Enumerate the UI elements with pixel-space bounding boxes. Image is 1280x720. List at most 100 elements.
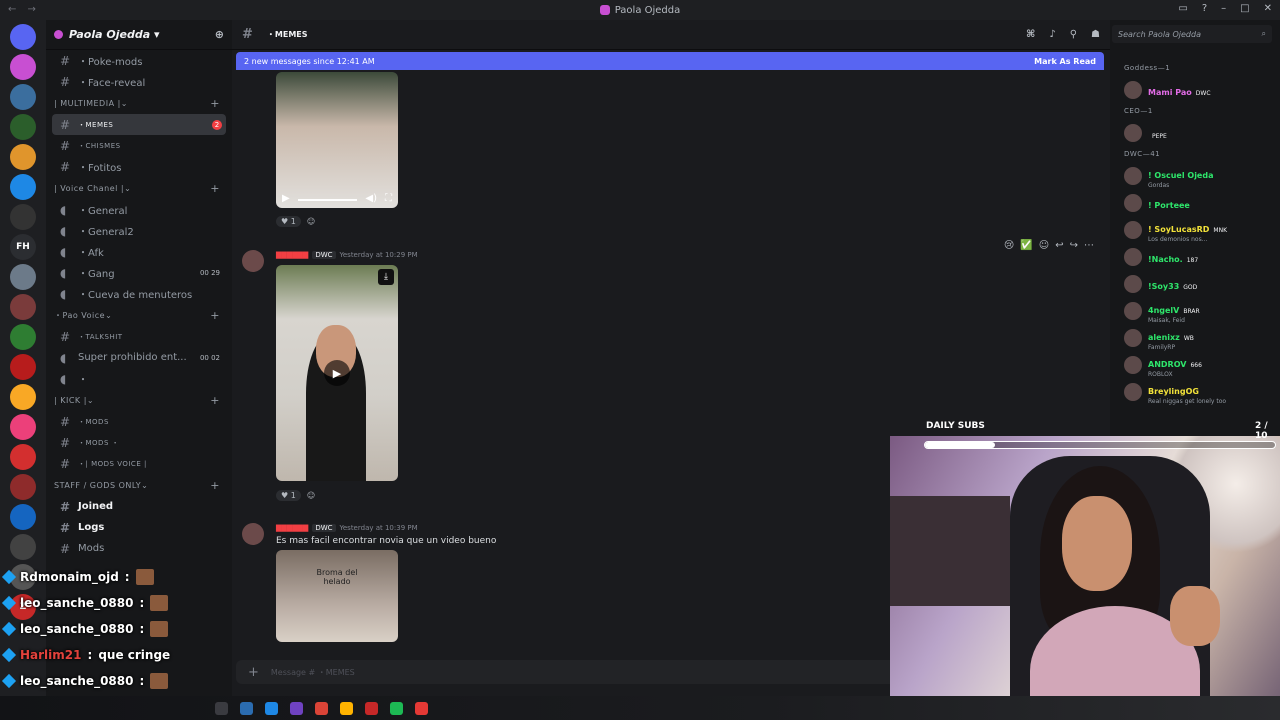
text-channel[interactable]: # ・TALKSHIT <box>52 326 226 347</box>
server-icon[interactable] <box>10 534 36 560</box>
play-button[interactable]: ▶ <box>324 360 350 386</box>
member-row[interactable]: Mami Pao DWC <box>1110 76 1280 103</box>
search-input[interactable]: Search Paola Ojedda ⌕ <box>1112 25 1272 43</box>
add-channel-icon[interactable]: + <box>210 97 220 110</box>
server-icon[interactable] <box>10 354 36 380</box>
member-row[interactable]: !Soy33 GOD <box>1110 270 1280 297</box>
forward-icon[interactable]: ↪ <box>1070 240 1078 251</box>
member-row[interactable]: ANDROV 666 ROBLOX <box>1110 351 1280 378</box>
channel-category[interactable]: | MULTIMEDIA | ⌄ + <box>52 92 226 114</box>
member-row[interactable]: BreylingOG Real niggas get lonely too <box>1110 378 1280 405</box>
member-row[interactable]: PEPE <box>1110 119 1280 146</box>
channel-category[interactable]: ・Pao Voice ⌄ + <box>52 304 226 326</box>
server-icon[interactable] <box>10 144 36 170</box>
member-row[interactable]: ! Oscuel Ojeda Gordas <box>1110 162 1280 189</box>
video-attachment[interactable]: ▶ ⤓ <box>276 265 398 481</box>
taskbar-app-icon[interactable] <box>340 701 353 715</box>
add-reaction-icon[interactable]: ☺ <box>307 491 315 500</box>
mark-as-read-button[interactable]: Mark As Read <box>1034 57 1096 66</box>
add-channel-icon[interactable]: + <box>210 309 220 322</box>
voice-channel[interactable]: ◖ ・Gang 00 29 <box>52 262 226 283</box>
download-icon[interactable]: ⤓ <box>378 269 394 285</box>
more-icon[interactable]: ⋯ <box>1084 240 1094 251</box>
play-icon[interactable]: ▶ <box>282 193 290 204</box>
add-channel-icon[interactable]: + <box>210 479 220 492</box>
bell-icon[interactable]: ♪ <box>1049 29 1055 40</box>
username[interactable]: ▇▇▇▇▇▇ <box>276 251 308 259</box>
channel-category[interactable]: | Voice Chanel | ⌄ + <box>52 177 226 199</box>
member-row[interactable]: 4ngelV BRAR Maisak, Feid <box>1110 297 1280 324</box>
text-channel[interactable]: # Logs <box>52 517 226 538</box>
taskbar-app-icon[interactable] <box>265 701 278 715</box>
taskbar-app-icon[interactable] <box>390 701 403 715</box>
server-icon[interactable] <box>10 474 36 500</box>
server-icon[interactable] <box>10 414 36 440</box>
text-channel[interactable]: # ・MEMES 2 <box>52 114 226 135</box>
server-icon[interactable] <box>10 84 36 110</box>
text-channel[interactable]: # ・| MODS VOICE | <box>52 453 226 474</box>
server-icon[interactable] <box>10 324 36 350</box>
taskbar-app-icon[interactable] <box>365 701 378 715</box>
server-icon[interactable] <box>10 384 36 410</box>
member-row[interactable]: !Nacho. 187 <box>1110 243 1280 270</box>
taskbar-app-icon[interactable] <box>315 701 328 715</box>
voice-channel[interactable]: ◖ ・Cueva de menuteros <box>52 283 226 304</box>
server-icon[interactable] <box>10 174 36 200</box>
server-icon[interactable] <box>10 24 36 50</box>
voice-channel[interactable]: ◖ ・General2 <box>52 220 226 241</box>
text-channel[interactable]: # ・Face-reveal <box>52 71 226 92</box>
minimize-button[interactable]: – <box>1221 3 1226 14</box>
emoji-icon[interactable]: 😢 <box>1004 240 1014 251</box>
video-attachment[interactable]: Broma del helado <box>276 550 398 642</box>
add-reaction-icon[interactable]: ☺ <box>307 217 315 226</box>
username[interactable]: ▇▇▇▇▇▇ <box>276 524 308 532</box>
voice-channel[interactable]: ◖ Super prohibido ent... 00 02 <box>52 347 226 368</box>
voice-channel[interactable]: ◖ ・ <box>52 368 226 389</box>
fullscreen-icon[interactable]: ⛶ <box>385 193 392 204</box>
members-icon[interactable]: ☗ <box>1091 29 1100 40</box>
text-channel[interactable]: # ・Fotitos <box>52 156 226 177</box>
new-messages-bar[interactable]: 2 new messages since 12:41 AM Mark As Re… <box>236 52 1104 70</box>
close-button[interactable]: ✕ <box>1264 3 1272 14</box>
text-channel[interactable]: # ・Poke-mods <box>52 50 226 71</box>
attach-plus-icon[interactable]: + <box>248 665 259 680</box>
server-icon[interactable] <box>10 54 36 80</box>
reaction-pill[interactable]: ♥ 1 <box>276 216 301 227</box>
check-icon[interactable]: ✅ <box>1020 240 1032 251</box>
text-channel[interactable]: # ・CHISMES <box>52 135 226 156</box>
text-channel[interactable]: # ・MODS ・ <box>52 432 226 453</box>
voice-channel[interactable]: ◖ ・General <box>52 199 226 220</box>
help-icon[interactable]: ? <box>1202 3 1207 14</box>
server-icon[interactable] <box>10 264 36 290</box>
inbox-icon[interactable]: ▭ <box>1178 3 1187 14</box>
server-icon[interactable] <box>10 294 36 320</box>
taskbar-app-icon[interactable] <box>240 701 253 715</box>
channel-category[interactable]: STAFF / GODS ONLY ⌄ + <box>52 474 226 496</box>
server-icon[interactable] <box>10 504 36 530</box>
taskbar-app-icon[interactable] <box>415 701 428 715</box>
server-icon[interactable] <box>10 444 36 470</box>
reaction-pill[interactable]: ♥ 1 <box>276 490 301 501</box>
member-row[interactable]: ! SoyLucasRD MNK Los demonios nos... <box>1110 216 1280 243</box>
server-header[interactable]: Paola Ojedda ▾ ⊕ <box>46 20 232 50</box>
seek-bar[interactable] <box>297 199 358 201</box>
avatar[interactable] <box>242 523 264 545</box>
add-channel-icon[interactable]: + <box>210 182 220 195</box>
member-row[interactable]: ! Porteee <box>1110 189 1280 216</box>
add-member-icon[interactable]: ⊕ <box>215 28 224 41</box>
voice-channel[interactable]: ◖ ・Afk <box>52 241 226 262</box>
avatar[interactable] <box>242 250 264 272</box>
emoji-icon[interactable]: ☺ <box>1039 240 1049 251</box>
server-icon[interactable]: FH <box>10 234 36 260</box>
server-icon[interactable] <box>10 204 36 230</box>
channel-category[interactable]: | KICK | ⌄ + <box>52 389 226 411</box>
nav-arrows[interactable]: ← → <box>8 4 40 15</box>
video-attachment[interactable]: ▶ ◀) ⛶ <box>276 72 398 208</box>
volume-icon[interactable]: ◀) <box>365 193 377 204</box>
taskbar-app-icon[interactable] <box>290 701 303 715</box>
member-row[interactable]: alenixz WB FamilyRP <box>1110 324 1280 351</box>
reply-icon[interactable]: ↩ <box>1055 240 1063 251</box>
pin-icon[interactable]: ⚲ <box>1070 29 1077 40</box>
text-channel[interactable]: # Mods <box>52 538 226 559</box>
text-channel[interactable]: # Joined <box>52 496 226 517</box>
